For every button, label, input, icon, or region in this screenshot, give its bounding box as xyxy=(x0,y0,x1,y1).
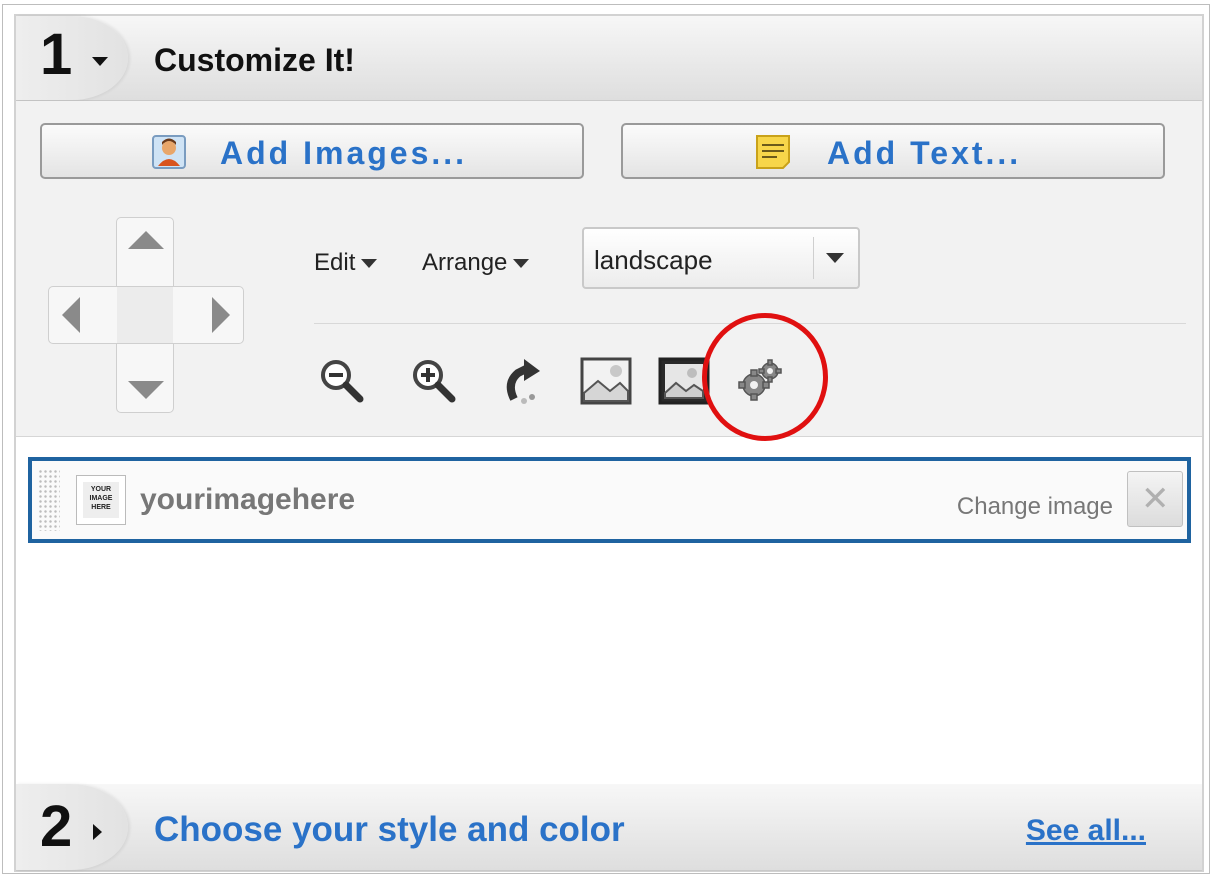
caret-down-icon xyxy=(513,259,530,269)
zoom-in-icon[interactable] xyxy=(406,353,462,409)
sticky-note-icon xyxy=(756,135,790,169)
orientation-value: landscape xyxy=(594,245,713,275)
drag-handle[interactable] xyxy=(38,469,60,531)
edit-menu-label: Edit xyxy=(314,249,356,276)
tools-area: Add Images... Add Text... Edit Arrange l… xyxy=(16,101,1202,441)
highlight-circle xyxy=(702,313,828,441)
rotate-icon[interactable] xyxy=(496,353,552,409)
step-1-number: 1 xyxy=(40,22,73,87)
step-1-title: Customize It! xyxy=(154,42,355,78)
step-1-badge: 1 xyxy=(16,16,128,100)
edit-menu[interactable]: Edit xyxy=(314,249,378,277)
add-text-label: Add Text... xyxy=(827,135,1022,171)
person-photo-icon xyxy=(152,135,186,169)
move-right-arrow-icon[interactable] xyxy=(212,297,230,333)
move-up-arrow-icon[interactable] xyxy=(128,231,164,249)
step-2-title: Choose your style and color xyxy=(154,810,625,849)
step-2-badge: 2 xyxy=(16,784,128,870)
arrange-menu[interactable]: Arrange xyxy=(422,249,530,277)
arrange-menu-label: Arrange xyxy=(422,249,508,276)
select-divider xyxy=(813,237,814,279)
move-dpad xyxy=(48,217,244,413)
move-down-arrow-icon[interactable] xyxy=(128,381,164,399)
caret-down-icon xyxy=(361,259,378,269)
remove-layer-button[interactable]: ✕ xyxy=(1127,471,1183,527)
chevron-down-icon xyxy=(92,57,108,66)
add-text-button[interactable]: Add Text... xyxy=(621,123,1165,179)
image-thumbnail: YOUR IMAGE HERE xyxy=(76,475,126,525)
layer-name: yourimagehere xyxy=(140,483,356,516)
see-all-link[interactable]: See all... xyxy=(1026,814,1146,848)
step-1-header[interactable]: 1 Customize It! xyxy=(16,16,1202,101)
change-image-link[interactable]: Change image xyxy=(957,493,1113,521)
customizer-panel: 1 Customize It! Add Images... Add Text..… xyxy=(14,14,1204,872)
step-2-number: 2 xyxy=(40,794,73,859)
image-layer-row[interactable]: YOUR IMAGE HERE yourimagehere Change ima… xyxy=(28,457,1191,543)
dpad-center xyxy=(117,287,173,343)
step-2-header[interactable]: 2 Choose your style and color See all... xyxy=(16,784,1202,871)
move-left-arrow-icon[interactable] xyxy=(62,297,80,333)
zoom-out-icon[interactable] xyxy=(314,353,370,409)
image-light-icon[interactable] xyxy=(578,353,634,409)
add-images-button[interactable]: Add Images... xyxy=(40,123,584,179)
thumbnail-placeholder: YOUR IMAGE HERE xyxy=(83,482,119,518)
dropdown-arrow-icon xyxy=(826,253,844,263)
close-icon: ✕ xyxy=(1141,480,1170,518)
chevron-right-icon xyxy=(93,824,102,840)
add-images-label: Add Images... xyxy=(220,135,468,171)
orientation-select[interactable]: landscape xyxy=(582,227,860,289)
